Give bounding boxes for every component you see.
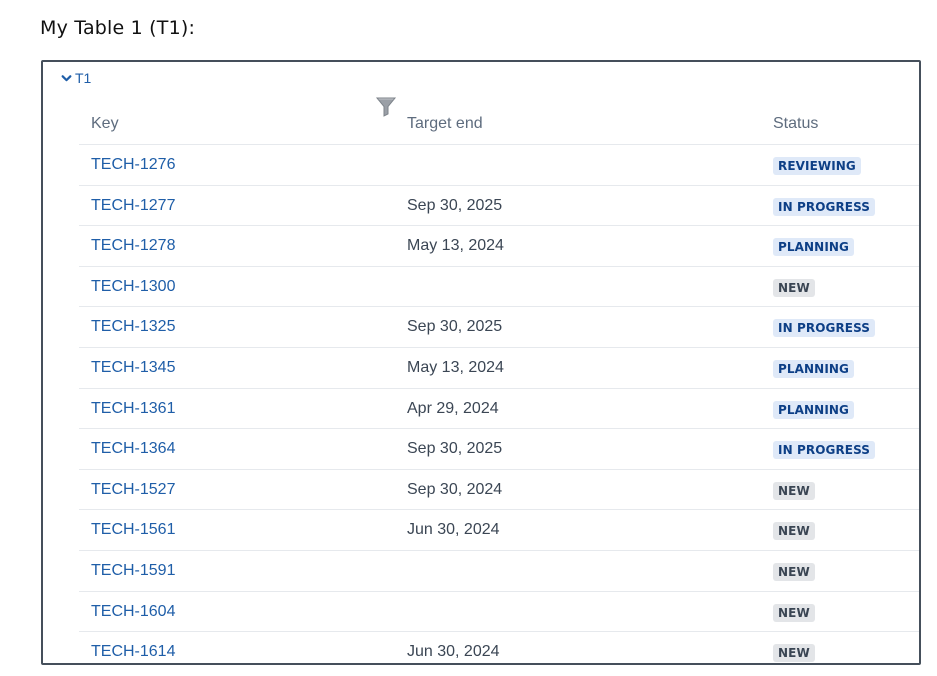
status-badge: PLANNING xyxy=(773,400,854,419)
page-title: My Table 1 (T1): xyxy=(40,17,196,39)
table-body: TECH-1276 REVIEWING TECH-1277 Sep 30, 20… xyxy=(79,145,919,663)
column-header-status[interactable]: Status xyxy=(773,115,818,133)
status-badge: NEW xyxy=(773,481,815,500)
status-badge: NEW xyxy=(773,603,815,622)
target-end-cell: Sep 30, 2025 xyxy=(407,440,503,458)
issue-key-link[interactable]: TECH-1527 xyxy=(91,481,175,499)
column-header-target-end[interactable]: Target end xyxy=(407,115,483,133)
issue-key-link[interactable]: TECH-1604 xyxy=(91,603,175,621)
target-end-cell: May 13, 2024 xyxy=(407,358,504,376)
target-end-cell: Jun 30, 2024 xyxy=(407,521,500,539)
issue-key-link[interactable]: TECH-1300 xyxy=(91,278,175,296)
table-row: TECH-1614 Jun 30, 2024 NEW xyxy=(79,632,919,663)
issue-key-link[interactable]: TECH-1361 xyxy=(91,400,175,418)
issue-key-link[interactable]: TECH-1278 xyxy=(91,237,175,255)
status-badge: PLANNING xyxy=(773,238,854,257)
target-end-cell: Sep 30, 2024 xyxy=(407,480,503,498)
status-badge: REVIEWING xyxy=(773,157,861,175)
issue-key-link[interactable]: TECH-1345 xyxy=(91,359,175,377)
table-row: TECH-1561 Jun 30, 2024 NEW xyxy=(79,510,919,551)
status-badge: NEW xyxy=(773,644,815,663)
status-badge: PLANNING xyxy=(773,359,854,378)
issue-key-link[interactable]: TECH-1614 xyxy=(91,643,175,661)
table-row: TECH-1361 Apr 29, 2024 PLANNING xyxy=(79,389,919,430)
issue-key-link[interactable]: TECH-1591 xyxy=(91,562,175,580)
status-badge: NEW xyxy=(773,278,815,297)
status-badge: NEW xyxy=(773,522,815,541)
chevron-down-icon xyxy=(61,74,72,81)
table-row: TECH-1276 REVIEWING xyxy=(79,145,919,186)
status-badge: IN PROGRESS xyxy=(773,319,876,338)
target-end-cell: Sep 30, 2025 xyxy=(407,196,503,214)
issue-key-link[interactable]: TECH-1276 xyxy=(91,156,175,174)
table-row: TECH-1604 NEW xyxy=(79,592,919,633)
table-row: TECH-1364 Sep 30, 2025 IN PROGRESS xyxy=(79,429,919,470)
issue-key-link[interactable]: TECH-1277 xyxy=(91,197,175,215)
target-end-cell: Sep 30, 2025 xyxy=(407,318,503,336)
group-label: T1 xyxy=(75,70,92,86)
status-badge: IN PROGRESS xyxy=(773,197,876,216)
table-row: TECH-1345 May 13, 2024 PLANNING xyxy=(79,348,919,389)
issue-key-link[interactable]: TECH-1325 xyxy=(91,318,175,336)
table-row: TECH-1278 May 13, 2024 PLANNING xyxy=(79,226,919,267)
issue-key-link[interactable]: TECH-1561 xyxy=(91,521,175,539)
table-panel: T1 Key Target end Status TECH-1276 REVIE… xyxy=(41,60,921,665)
table-row: TECH-1591 NEW xyxy=(79,551,919,592)
table-row: TECH-1300 NEW xyxy=(79,267,919,308)
table-row: TECH-1527 Sep 30, 2024 NEW xyxy=(79,470,919,511)
target-end-cell: Apr 29, 2024 xyxy=(407,399,499,417)
target-end-cell: May 13, 2024 xyxy=(407,237,504,255)
target-end-cell: Jun 30, 2024 xyxy=(407,643,500,661)
status-badge: NEW xyxy=(773,562,815,581)
table-row: TECH-1325 Sep 30, 2025 IN PROGRESS xyxy=(79,307,919,348)
table-header: Key Target end Status xyxy=(79,104,919,145)
table-row: TECH-1277 Sep 30, 2025 IN PROGRESS xyxy=(79,186,919,227)
status-badge: IN PROGRESS xyxy=(773,441,876,460)
column-header-key[interactable]: Key xyxy=(91,115,119,133)
issue-key-link[interactable]: TECH-1364 xyxy=(91,440,175,458)
group-toggle[interactable]: T1 xyxy=(61,70,91,86)
